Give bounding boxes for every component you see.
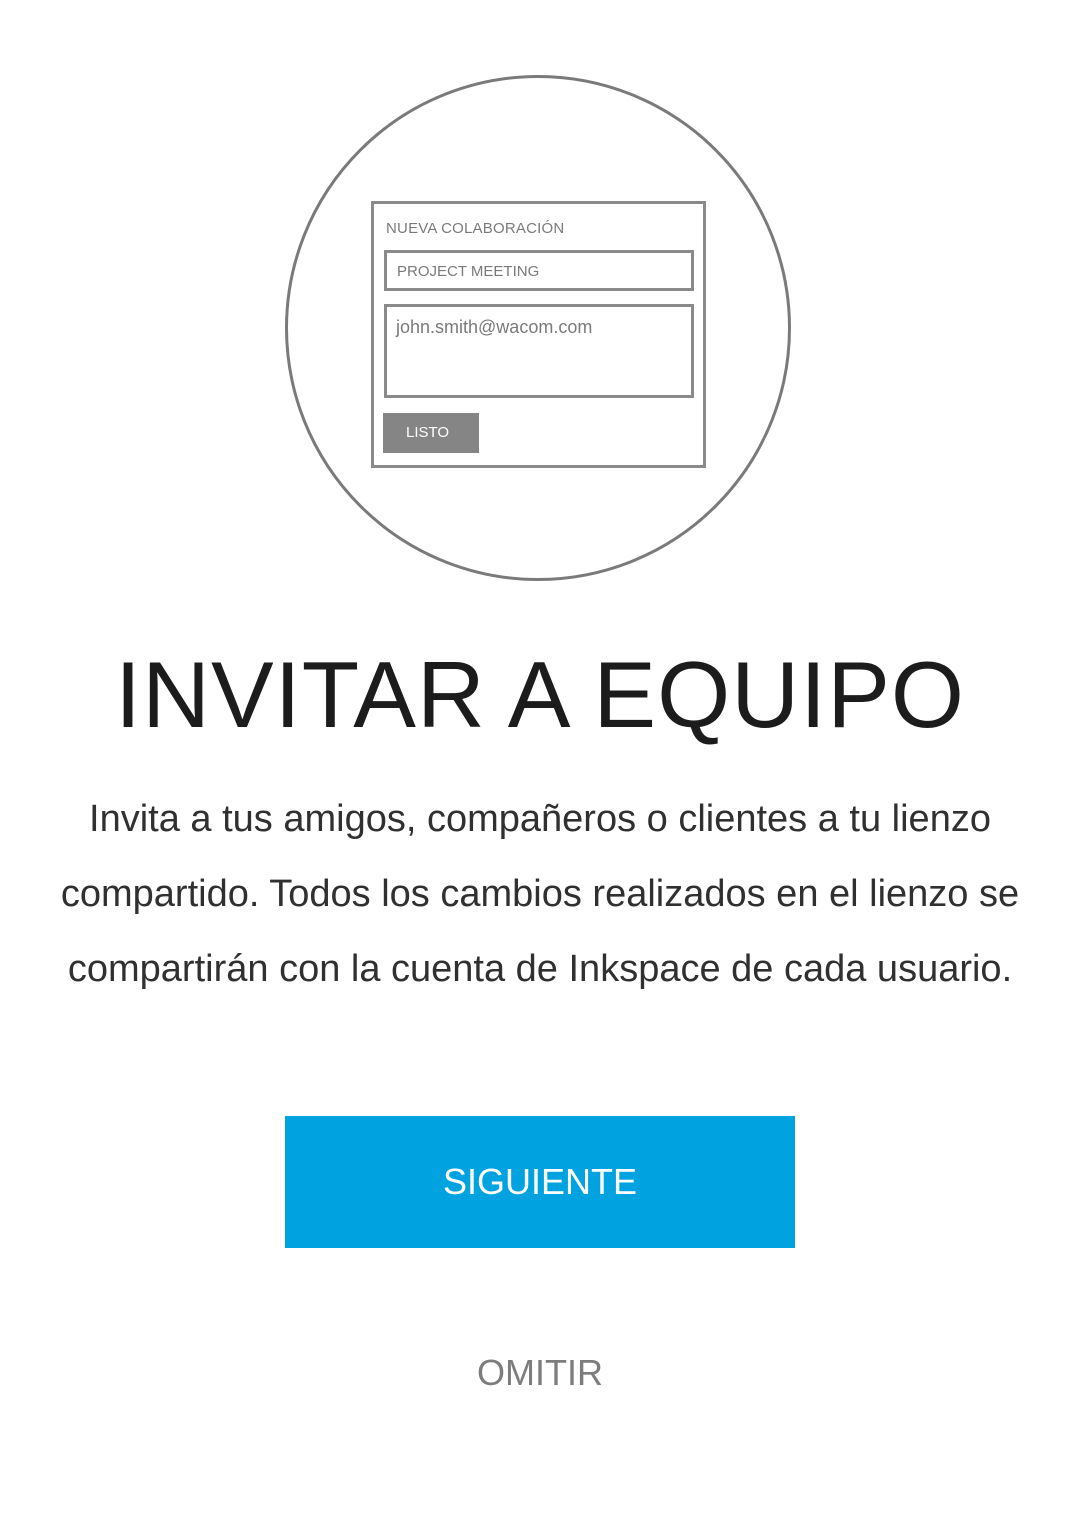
illustration-name-field: PROJECT MEETING <box>384 250 694 291</box>
illustration-dialog-title: NUEVA COLABORACIÓN <box>386 220 565 237</box>
illustration-done-button-label: LISTO <box>406 424 450 441</box>
skip-button[interactable]: OMITIR <box>390 1340 690 1406</box>
next-button[interactable]: SIGUIENTE <box>285 1116 795 1248</box>
illustration-done-button: LISTO <box>383 413 479 453</box>
page-description: Invita a tus amigos, compañeros o client… <box>60 798 1020 990</box>
illustration-name-field-value: PROJECT MEETING <box>397 263 540 280</box>
illustration-email-field: john.smith@wacom.com <box>384 304 694 398</box>
illustration-email-field-value: john.smith@wacom.com <box>396 317 593 337</box>
collaboration-dialog-illustration: NUEVA COLABORACIÓN PROJECT MEETING john.… <box>371 201 706 468</box>
page-title: INVITAR A EQUIPO <box>114 642 966 747</box>
